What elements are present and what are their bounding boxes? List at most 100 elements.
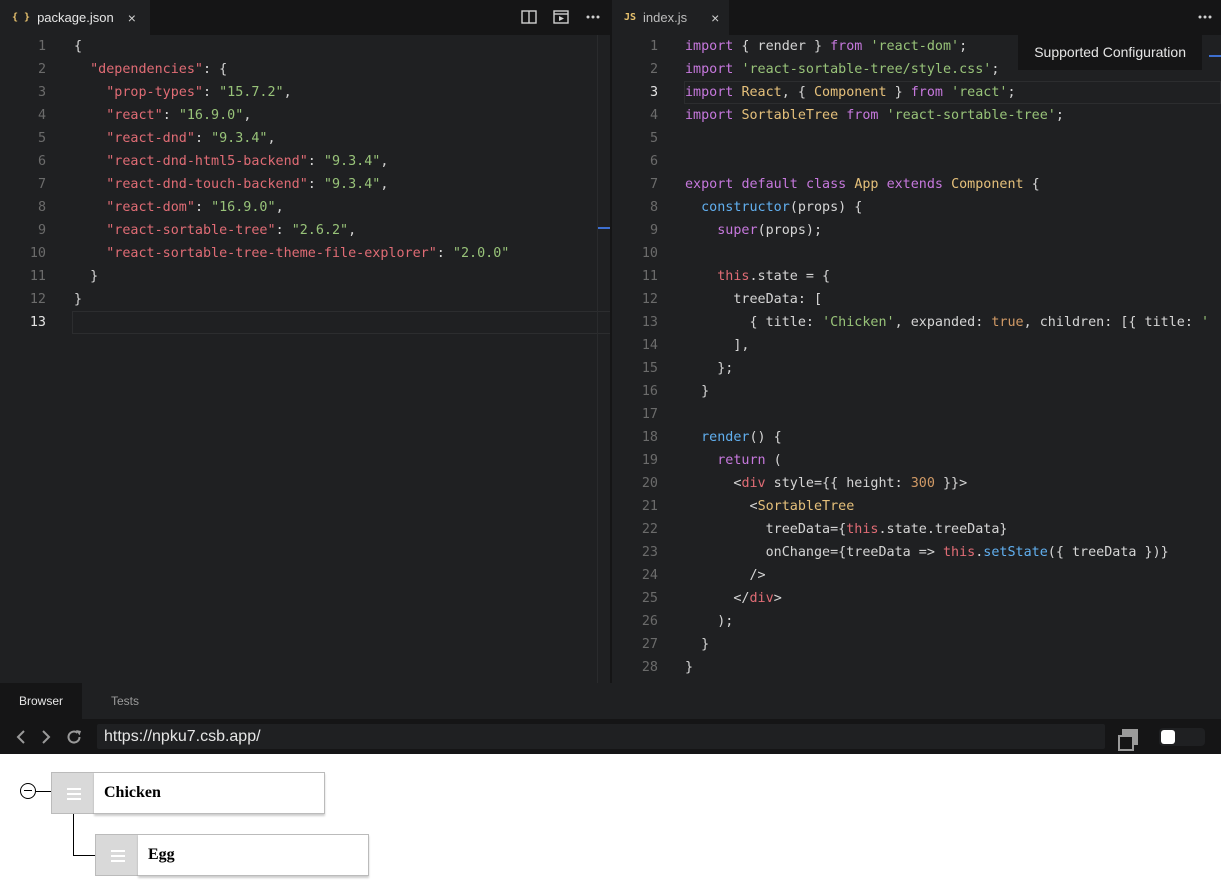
line-number: 10 — [641, 246, 658, 261]
code-text: "react-dnd-touch-backend": "9.3.4", — [106, 177, 389, 192]
code-line: 16 } — [612, 380, 1221, 403]
code-text: { — [74, 39, 83, 54]
tree-node-title: Egg — [138, 834, 369, 876]
tab-tests[interactable]: Tests — [92, 683, 158, 719]
tab-package-json[interactable]: { } package.json × — [0, 0, 150, 35]
tab-title: package.json — [37, 10, 114, 25]
scroll-marker — [598, 227, 610, 229]
line-number: 9 — [37, 223, 46, 238]
tab-browser[interactable]: Browser — [0, 683, 83, 719]
line-number: 7 — [37, 177, 46, 192]
code-line: 6 — [612, 150, 1221, 173]
line-number: 19 — [641, 453, 658, 468]
code-line: 13 — [0, 311, 611, 334]
line-number: 17 — [641, 407, 658, 422]
line-number: 1 — [649, 39, 658, 54]
tree-node-chicken[interactable]: Chicken — [51, 772, 325, 814]
code-text: import 'react-sortable-tree/style.css'; — [685, 62, 1000, 77]
code-text: import { render } from 'react-dom'; — [685, 39, 968, 54]
close-icon[interactable]: × — [711, 10, 719, 26]
code-text: <SortableTree — [685, 499, 855, 514]
back-icon[interactable] — [15, 728, 27, 749]
open-preview-icon[interactable] — [553, 10, 569, 24]
forward-icon[interactable] — [40, 728, 52, 749]
code-line: 18 render() { — [612, 426, 1221, 449]
code-text: treeData={this.state.treeData} — [685, 522, 1008, 537]
line-number: 11 — [29, 269, 46, 284]
code-line: 25 </div> — [612, 587, 1221, 610]
code-text: "dependencies": { — [90, 62, 228, 77]
preview-tabs: Browser Tests — [0, 683, 1221, 719]
code-line: 11 } — [0, 265, 611, 288]
tab-index-js[interactable]: JS index.js × — [612, 0, 730, 35]
code-text: } — [685, 384, 710, 399]
line-number: 13 — [641, 315, 658, 330]
line-number: 27 — [641, 637, 658, 652]
line-number: 20 — [641, 476, 658, 491]
refresh-icon[interactable] — [65, 728, 83, 749]
scrollbar-left[interactable] — [597, 35, 598, 683]
line-number: 10 — [29, 246, 46, 261]
close-icon[interactable]: × — [128, 10, 136, 26]
code-line: 12} — [0, 288, 611, 311]
line-number: 26 — [641, 614, 658, 629]
drag-handle-icon[interactable] — [95, 834, 139, 876]
more-actions-icon[interactable] — [585, 10, 601, 24]
current-line-highlight — [72, 311, 611, 334]
tree-connector — [73, 814, 74, 856]
code-text: }; — [685, 361, 734, 376]
code-text: "react-dnd": "9.3.4", — [106, 131, 276, 146]
more-actions-icon[interactable] — [1197, 10, 1213, 24]
line-number: 3 — [37, 85, 46, 100]
url-input[interactable]: https://npku7.csb.app/ — [97, 724, 1105, 749]
code-line: 22 treeData={this.state.treeData} — [612, 518, 1221, 541]
code-line: 24 /> — [612, 564, 1221, 587]
code-line: 7 export default class App extends Compon… — [612, 173, 1221, 196]
code-line: 11 this.state = { — [612, 265, 1221, 288]
code-text: import React, { Component } from 'react'… — [685, 85, 1016, 100]
code-line: 12 treeData: [ — [612, 288, 1221, 311]
drag-handle-icon[interactable] — [51, 772, 95, 814]
supported-configuration-tooltip[interactable]: Supported Configuration — [1018, 35, 1202, 70]
code-line: 5 "react-dnd": "9.3.4", — [0, 127, 611, 150]
code-text: "react-dnd-html5-backend": "9.3.4", — [106, 154, 389, 169]
code-text: ], — [685, 338, 750, 353]
line-number: 2 — [649, 62, 658, 77]
code-line: 4 import SortableTree from 'react-sortabl… — [612, 104, 1221, 127]
browser-preview: Chicken Egg — [0, 754, 1221, 889]
code-line: 3 import React, { Component } from 'react… — [612, 81, 1221, 104]
line-number: 22 — [641, 522, 658, 537]
line-number: 3 — [649, 85, 658, 100]
tab-title: index.js — [643, 10, 688, 25]
json-file-icon: { } — [12, 12, 31, 23]
collapse-button[interactable] — [20, 783, 36, 799]
line-number: 13 — [29, 315, 46, 330]
line-number: 4 — [37, 108, 46, 123]
tree-node-title: Chicken — [94, 772, 325, 814]
line-number: 25 — [641, 591, 658, 606]
line-number: 16 — [641, 384, 658, 399]
line-number: 18 — [641, 430, 658, 445]
code-line: 15 }; — [612, 357, 1221, 380]
toggle-switch[interactable] — [1159, 728, 1205, 746]
code-text: </div> — [685, 591, 782, 606]
code-text: ); — [685, 614, 734, 629]
tree-connector — [73, 855, 96, 856]
line-number: 2 — [37, 62, 46, 77]
code-text: "react-dom": "16.9.0", — [106, 200, 284, 215]
split-editor-icon[interactable] — [521, 10, 537, 24]
line-number: 9 — [649, 223, 658, 238]
code-text: <div style={{ height: 300 }}> — [685, 476, 968, 491]
code-text: /> — [685, 568, 766, 583]
line-number: 7 — [649, 177, 658, 192]
tree-node-egg[interactable]: Egg — [95, 834, 369, 876]
line-number: 6 — [649, 154, 658, 169]
open-new-window-icon[interactable] — [1118, 729, 1138, 751]
line-number: 21 — [641, 499, 658, 514]
code-line: 1{ — [0, 35, 611, 58]
code-editor-right[interactable]: 1 import { render } from 'react-dom'; 2 imp… — [612, 35, 1221, 683]
code-editor-left[interactable]: 1{2 "dependencies": {3 "prop-types": "15… — [0, 35, 611, 683]
code-line: 9 super(props); — [612, 219, 1221, 242]
browser-navbar: https://npku7.csb.app/ — [0, 719, 1221, 754]
line-number: 23 — [641, 545, 658, 560]
